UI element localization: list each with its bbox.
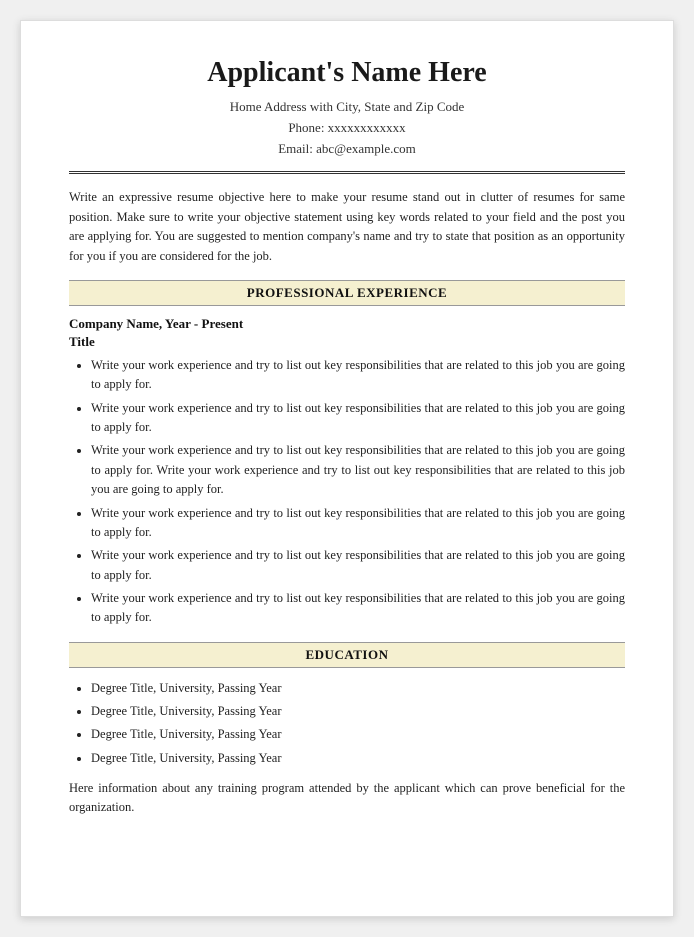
- degree-item: Degree Title, University, Passing Year: [91, 701, 625, 722]
- resume-document: Applicant's Name Here Home Address with …: [20, 20, 674, 917]
- experience-section: Company Name, Year - Present Title Write…: [69, 316, 625, 628]
- email-line: Email: abc@example.com: [69, 139, 625, 160]
- education-header: EDUCATION: [69, 642, 625, 668]
- experience-bullet-item: Write your work experience and try to li…: [91, 399, 625, 438]
- education-section: Degree Title, University, Passing YearDe…: [69, 678, 625, 818]
- contact-info: Home Address with City, State and Zip Co…: [69, 97, 625, 159]
- header-divider: [69, 171, 625, 174]
- degree-item: Degree Title, University, Passing Year: [91, 678, 625, 699]
- applicant-name: Applicant's Name Here: [69, 57, 625, 89]
- degree-item: Degree Title, University, Passing Year: [91, 748, 625, 769]
- job-title: Title: [69, 334, 625, 350]
- experience-bullet-item: Write your work experience and try to li…: [91, 589, 625, 628]
- objective-text: Write an expressive resume objective her…: [69, 190, 625, 262]
- experience-bullet-item: Write your work experience and try to li…: [91, 504, 625, 543]
- experience-bullet-item: Write your work experience and try to li…: [91, 356, 625, 395]
- address-line: Home Address with City, State and Zip Co…: [69, 97, 625, 118]
- experience-bullet-item: Write your work experience and try to li…: [91, 441, 625, 499]
- degree-list: Degree Title, University, Passing YearDe…: [69, 678, 625, 769]
- objective-section: Write an expressive resume objective her…: [69, 188, 625, 266]
- company-name: Company Name, Year - Present: [69, 316, 625, 332]
- experience-bullet-item: Write your work experience and try to li…: [91, 546, 625, 585]
- degree-item: Degree Title, University, Passing Year: [91, 724, 625, 745]
- header-section: Applicant's Name Here Home Address with …: [69, 57, 625, 159]
- experience-bullets: Write your work experience and try to li…: [69, 356, 625, 628]
- training-text: Here information about any training prog…: [69, 779, 625, 818]
- phone-line: Phone: xxxxxxxxxxxx: [69, 118, 625, 139]
- professional-experience-header: PROFESSIONAL EXPERIENCE: [69, 280, 625, 306]
